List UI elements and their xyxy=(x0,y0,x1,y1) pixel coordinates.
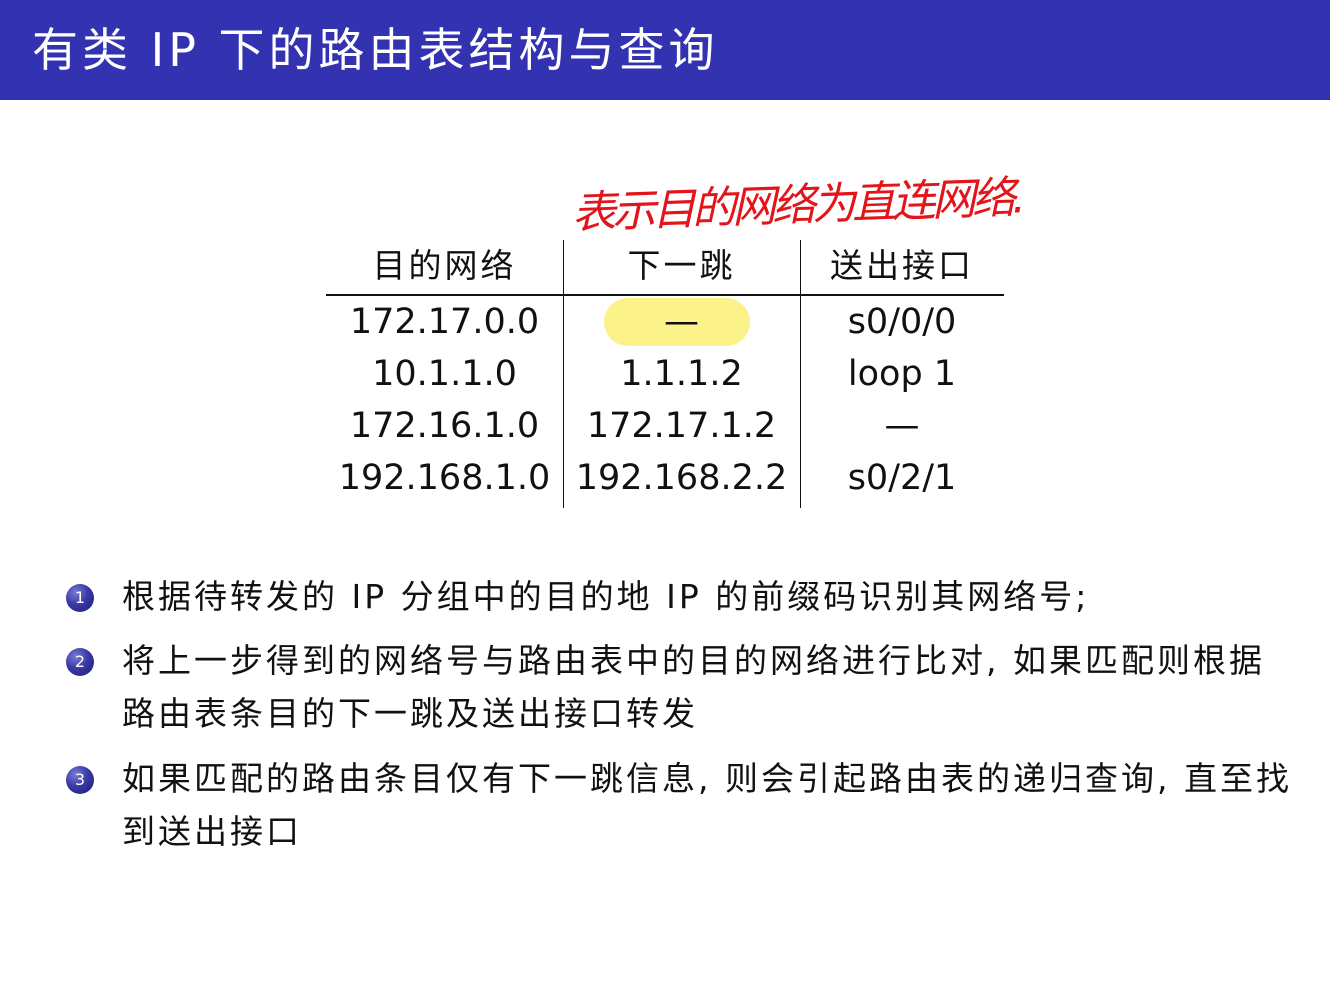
cell-destination: 192.168.1.0 xyxy=(338,458,551,498)
numbered-bullet-icon: 2 xyxy=(66,648,94,676)
cell-next-hop: 1.1.1.2 xyxy=(620,354,743,394)
cell-exit-interface: s0/0/0 xyxy=(847,302,957,342)
handwritten-annotation: 表示目的网络为直连网络. xyxy=(571,172,1023,239)
step-text: 根据待转发的 IP 分组中的目的地 IP 的前缀码识别其网络号; xyxy=(122,577,1090,616)
cell-next-hop: 192.168.2.2 xyxy=(575,458,788,498)
header-bar: 有类 IP 下的路由表结构与查询 xyxy=(0,0,1330,100)
routing-table: 目的网络 下一跳 送出接口 172.17.0.0 — s0/0/0 10.1.1… xyxy=(326,240,1004,508)
cell-destination: 172.16.1.0 xyxy=(349,406,540,446)
header-destination-network: 目的网络 xyxy=(372,246,517,285)
step-text: 如果匹配的路由条目仅有下一跳信息, 则会引起路由表的递归查询, 直至找到送出接口 xyxy=(122,759,1292,851)
cell-destination: 10.1.1.0 xyxy=(372,354,517,394)
cell-exit-interface: loop 1 xyxy=(847,354,957,394)
header-exit-interface: 送出接口 xyxy=(830,246,974,285)
header-next-hop: 下一跳 xyxy=(627,246,736,285)
numbered-bullet-icon: 1 xyxy=(66,584,94,612)
slide-title: 有类 IP 下的路由表结构与查询 xyxy=(32,23,719,77)
cell-next-hop: 172.17.1.2 xyxy=(586,406,777,446)
step-text: 将上一步得到的网络号与路由表中的目的网络进行比对, 如果匹配则根据路由表条目的下… xyxy=(122,641,1265,733)
numbered-bullet-icon: 3 xyxy=(66,766,94,794)
cell-next-hop: — xyxy=(664,302,699,342)
cell-exit-interface: s0/2/1 xyxy=(847,458,957,498)
cell-destination: 172.17.0.0 xyxy=(349,302,540,342)
cell-exit-interface: — xyxy=(884,406,920,446)
